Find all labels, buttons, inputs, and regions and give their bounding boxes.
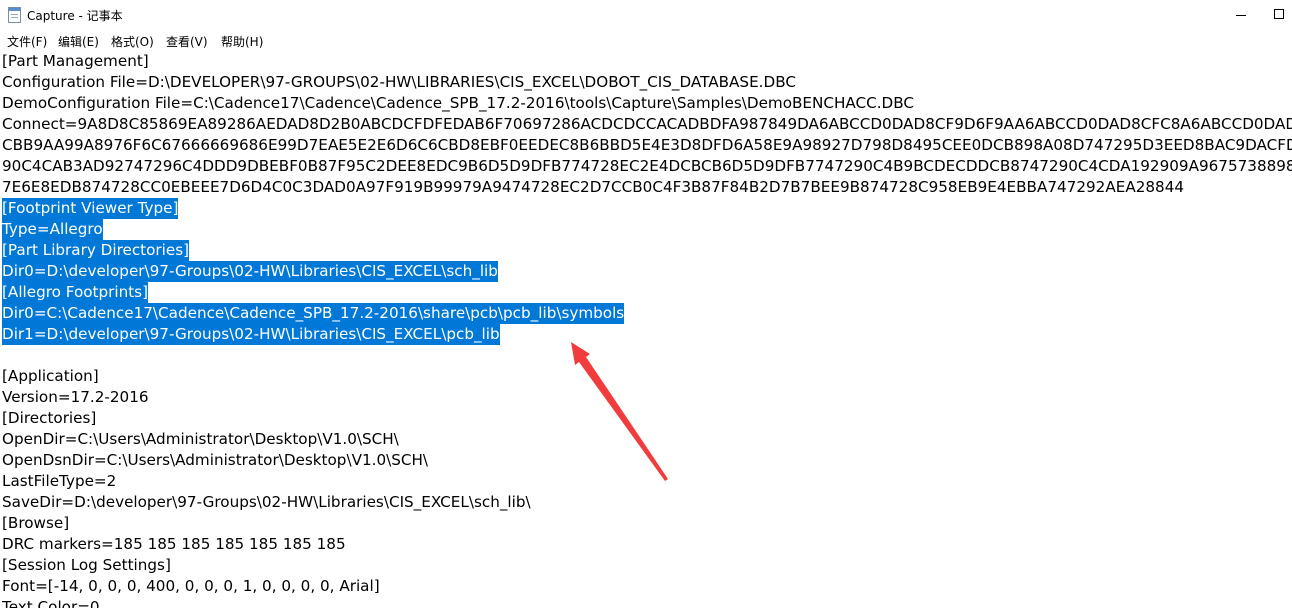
text-line: 90C4CAB3AD92747296C4DDD9DBEBF0B87F95C2DE… xyxy=(2,157,1292,175)
text-line: [Footprint Viewer Type] xyxy=(2,198,179,219)
text-line: 7E6E8EDB874728CC0EBEEE7D6D4C0C3DAD0A97F9… xyxy=(2,178,1185,196)
text-line: [Session Log Settings] xyxy=(2,556,171,574)
text-line: CBB9AA99A8976F6C67666669686E99D7EAE5E2E6… xyxy=(2,136,1292,154)
text-line: OpenDir=C:\Users\Administrator\Desktop\V… xyxy=(2,430,399,448)
menu-format[interactable]: 格式(O) xyxy=(111,33,154,50)
menu-edit[interactable]: 编辑(E) xyxy=(58,33,99,50)
text-line: Type=Allegro xyxy=(2,219,103,240)
menu-help[interactable]: 帮助(H) xyxy=(221,33,263,50)
notepad-icon xyxy=(8,7,21,23)
title-bar: Capture - 记事本 xyxy=(0,0,1292,30)
text-line: OpenDsnDir=C:\Users\Administrator\Deskto… xyxy=(2,451,429,469)
text-line: [Browse] xyxy=(2,514,70,532)
text-line: Text Color=0 xyxy=(2,598,100,608)
text-line: [Allegro Footprints] xyxy=(2,282,149,303)
window-title: Capture - 记事本 xyxy=(27,9,123,23)
text-line: [Part Library Directories] xyxy=(2,240,190,261)
text-line: Configuration File=D:\DEVELOPER\97-GROUP… xyxy=(2,73,796,91)
text-line: SaveDir=D:\developer\97-Groups\02-HW\Lib… xyxy=(2,493,531,511)
text-line: Dir0=D:\developer\97-Groups\02-HW\Librar… xyxy=(2,261,498,282)
menu-view[interactable]: 查看(V) xyxy=(166,33,208,50)
menu-file[interactable]: 文件(F) xyxy=(7,33,47,50)
text-line: [Directories] xyxy=(2,409,97,427)
minimize-button[interactable] xyxy=(1218,0,1264,30)
minimize-icon xyxy=(1236,15,1246,16)
text-line: [Part Management] xyxy=(2,52,149,70)
text-line: Font=[-14, 0, 0, 0, 400, 0, 0, 0, 1, 0, … xyxy=(2,577,380,595)
menu-bar: 文件(F) 编辑(E) 格式(O) 查看(V) 帮助(H) xyxy=(0,30,1292,51)
text-line: Version=17.2-2016 xyxy=(2,388,149,406)
text-line: DemoConfiguration File=C:\Cadence17\Cade… xyxy=(2,94,915,112)
text-editor-area[interactable]: [Part Management] Configuration File=D:\D… xyxy=(0,51,1292,608)
maximize-icon xyxy=(1274,9,1284,19)
text-line: Connect=9A8D8C85869EA89286AEDAD8D2B0ABCD… xyxy=(2,115,1292,133)
text-line: [Application] xyxy=(2,367,99,385)
text-line: LastFileType=2 xyxy=(2,472,117,490)
text-line: Dir0=C:\Cadence17\Cadence\Cadence_SPB_17… xyxy=(2,303,625,324)
text-line: Dir1=D:\developer\97-Groups\02-HW\Librar… xyxy=(2,324,500,345)
maximize-button[interactable] xyxy=(1262,0,1292,30)
text-line: DRC markers=185 185 185 185 185 185 185 xyxy=(2,535,346,553)
